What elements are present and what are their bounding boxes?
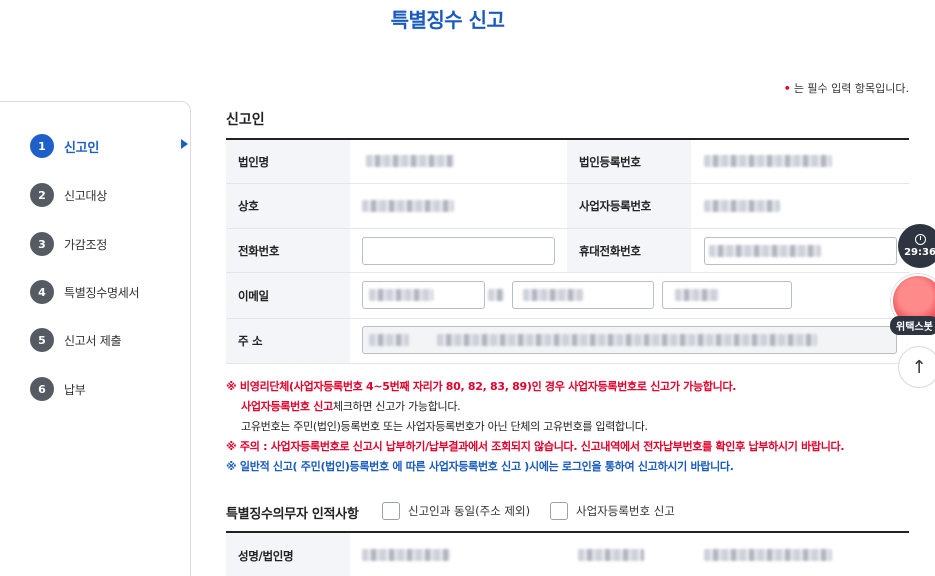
step-item-payment[interactable]: 6 납부 bbox=[30, 377, 86, 401]
address-label: 주 소 bbox=[226, 319, 350, 363]
same-as-applicant-checkbox[interactable]: 신고인과 동일(주소 제외) bbox=[382, 502, 530, 520]
biz-reg-no-value bbox=[704, 200, 780, 212]
notice-caution: ※ 주의 : 사업자등록번호로 신고시 납부하기/납부결과에서 조회되지 않습니… bbox=[226, 440, 845, 453]
email-at-separator bbox=[488, 289, 504, 301]
arrow-up-icon: ↑ bbox=[911, 356, 927, 378]
form-row-address: 주 소 bbox=[226, 319, 909, 364]
email-id-input[interactable] bbox=[362, 281, 485, 309]
corp-name-value bbox=[366, 155, 454, 167]
notice-nonprofit: ※ 비영리단체(사업자등록번호 4~5번째 자리가 80, 82, 83, 89… bbox=[226, 380, 737, 393]
step-label: 가감조정 bbox=[64, 237, 107, 252]
notice-unique-number: 고유번호는 주민(법인)등록번호 또는 사업자등록번호가 아닌 단체의 고유번호… bbox=[241, 420, 648, 433]
form-row-phone: 전화번호 휴대전화번호 bbox=[226, 229, 909, 273]
required-note: • 는 필수 입력 항목입니다. bbox=[784, 80, 909, 96]
form-row-email: 이메일 bbox=[226, 273, 909, 319]
checkbox-box[interactable] bbox=[550, 502, 568, 520]
step-label: 신고대상 bbox=[64, 188, 107, 203]
withholder-name-value bbox=[362, 549, 450, 561]
step-label: 신고서 제출 bbox=[64, 333, 122, 348]
page-title: 특별징수 신고 bbox=[390, 8, 505, 32]
address-input[interactable] bbox=[362, 326, 897, 354]
active-step-arrow-icon bbox=[181, 139, 188, 149]
email-label: 이메일 bbox=[226, 273, 350, 318]
form-row-corp: 법인명 법인등록번호 bbox=[226, 140, 909, 184]
withholder-reg-label bbox=[578, 549, 644, 561]
step-label: 신고인 bbox=[64, 140, 99, 156]
email-domain-input[interactable] bbox=[512, 281, 654, 309]
address-value bbox=[437, 334, 817, 346]
step-number: 4 bbox=[30, 280, 54, 304]
step-number: 6 bbox=[30, 377, 54, 401]
scroll-top-button[interactable]: ↑ bbox=[898, 346, 935, 388]
step-number: 1 bbox=[30, 134, 54, 158]
required-dot-icon: • bbox=[783, 82, 791, 95]
email-domain-select-value bbox=[675, 289, 719, 301]
mobile-label: 휴대전화번호 bbox=[567, 229, 691, 272]
email-domain-value bbox=[523, 289, 583, 301]
clock-icon bbox=[914, 234, 926, 245]
form-row-trade: 상호 사업자등록번호 bbox=[226, 184, 909, 229]
withholder-name-label: 성명/법인명 bbox=[226, 533, 350, 576]
required-note-text: 는 필수 입력 항목입니다. bbox=[793, 82, 909, 95]
mobile-input[interactable] bbox=[704, 237, 897, 265]
biz-reg-no-label: 사업자등록번호 bbox=[567, 184, 691, 228]
checkbox-box[interactable] bbox=[382, 502, 400, 520]
step-number: 3 bbox=[30, 232, 54, 256]
step-number: 2 bbox=[30, 183, 54, 207]
step-item-adjustment[interactable]: 3 가감조정 bbox=[30, 232, 107, 256]
step-item-submit[interactable]: 5 신고서 제출 bbox=[30, 328, 122, 352]
withholder-reg-value bbox=[704, 549, 832, 561]
corp-reg-no-label: 법인등록번호 bbox=[567, 140, 691, 183]
trade-name-value bbox=[362, 200, 454, 212]
phone-label: 전화번호 bbox=[226, 229, 350, 272]
notice-check-hint-emphasis: 사업자등록번호 신고 bbox=[241, 400, 333, 413]
chatbot-label[interactable]: 위택스봇 bbox=[890, 316, 935, 335]
notice-check-hint: 사업자등록번호 신고체크하면 신고가 가능합니다. bbox=[241, 398, 461, 414]
address-zip-value bbox=[369, 334, 409, 346]
trade-name-label: 상호 bbox=[226, 184, 350, 228]
corp-reg-no-value bbox=[704, 155, 832, 167]
email-id-value bbox=[369, 289, 433, 301]
section-title-applicant: 신고인 bbox=[226, 112, 265, 128]
session-timer[interactable]: 29:36 bbox=[898, 224, 935, 268]
phone-input[interactable] bbox=[362, 237, 555, 265]
notice-login: ※ 일반적 신고( 주민(법인)등록번호 에 따른 사업자등록번호 신고 )시에… bbox=[226, 460, 734, 473]
corp-name-label: 법인명 bbox=[226, 140, 350, 183]
checkbox-label: 사업자등록번호 신고 bbox=[576, 504, 675, 518]
form-row-withholder-name: 성명/법인명 bbox=[226, 533, 909, 576]
step-item-statement[interactable]: 4 특별징수명세서 bbox=[30, 280, 139, 304]
biz-reg-report-checkbox[interactable]: 사업자등록번호 신고 bbox=[550, 502, 675, 520]
section-title-withholder: 특별징수의무자 인적사항 bbox=[226, 507, 359, 522]
checkbox-label: 신고인과 동일(주소 제외) bbox=[408, 504, 531, 518]
email-domain-select[interactable] bbox=[662, 281, 792, 309]
step-item-target[interactable]: 2 신고대상 bbox=[30, 183, 107, 207]
step-item-applicant[interactable]: 1 신고인 bbox=[30, 134, 99, 158]
step-label: 납부 bbox=[64, 382, 86, 397]
session-timer-value: 29:36 bbox=[904, 247, 935, 258]
step-number: 5 bbox=[30, 328, 54, 352]
step-label: 특별징수명세서 bbox=[64, 285, 140, 300]
mobile-value bbox=[709, 245, 821, 257]
notice-check-hint-text: 체크하면 신고가 가능합니다. bbox=[332, 400, 461, 413]
